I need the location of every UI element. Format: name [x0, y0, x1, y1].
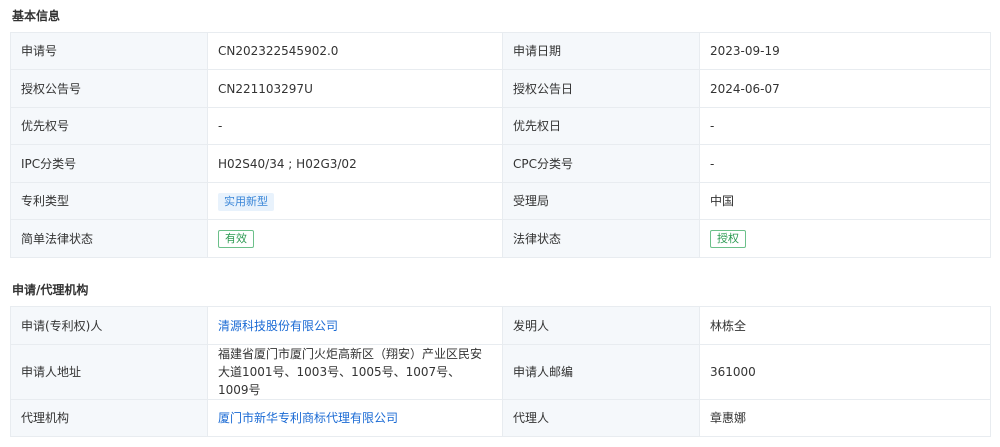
section-title-basic: 基本信息 — [12, 9, 61, 23]
value-grant-date: 2024-06-07 — [699, 69, 991, 108]
table-row: 代理机构 厦门市新华专利商标代理有限公司 代理人 章惠娜 — [10, 399, 991, 437]
label-priority-number: 优先权号 — [10, 107, 208, 145]
value-priority-number: - — [207, 107, 503, 145]
label-simple-legal-status: 简单法律状态 — [10, 219, 208, 258]
label-application-date: 申请日期 — [502, 32, 700, 70]
value-grant-number: CN221103297U — [207, 69, 503, 108]
value-agent: 章惠娜 — [699, 399, 991, 437]
label-application-number: 申请号 — [10, 32, 208, 70]
label-patent-type: 专利类型 — [10, 182, 208, 220]
table-row: 申请人地址 福建省厦门市厦门火炬高新区（翔安）产业区民安大道1001号、1003… — [10, 344, 991, 400]
label-grant-number: 授权公告号 — [10, 69, 208, 108]
table-row: 授权公告号 CN221103297U 授权公告日 2024-06-07 — [10, 69, 991, 108]
value-priority-date: - — [699, 107, 991, 145]
label-applicant-address: 申请人地址 — [10, 344, 208, 400]
section-title-agency: 申请/代理机构 — [12, 283, 89, 297]
agency-link[interactable]: 厦门市新华专利商标代理有限公司 — [207, 399, 503, 437]
label-ipc: IPC分类号 — [10, 144, 208, 183]
label-grant-date: 授权公告日 — [502, 69, 700, 108]
table-row: 简单法律状态 有效 法律状态 授权 — [10, 219, 991, 258]
label-priority-date: 优先权日 — [502, 107, 700, 145]
label-applicant: 申请(专利权)人 — [10, 306, 208, 345]
value-application-number: CN202322545902.0 — [207, 32, 503, 70]
table-row: 专利类型 实用新型 受理局 中国 — [10, 182, 991, 220]
label-cpc: CPC分类号 — [502, 144, 700, 183]
value-patent-type: 实用新型 — [207, 182, 503, 220]
label-legal-status: 法律状态 — [502, 219, 700, 258]
applicant-link[interactable]: 清源科技股份有限公司 — [207, 306, 503, 345]
label-office: 受理局 — [502, 182, 700, 220]
value-postcode: 361000 — [699, 344, 991, 400]
value-office: 中国 — [699, 182, 991, 220]
legal-status-badge: 授权 — [710, 230, 746, 248]
table-row: 申请(专利权)人 清源科技股份有限公司 发明人 林栋全 — [10, 306, 991, 345]
value-legal-status: 授权 — [699, 219, 991, 258]
table-row: 申请号 CN202322545902.0 申请日期 2023-09-19 — [10, 32, 991, 70]
patent-type-badge: 实用新型 — [218, 192, 274, 211]
label-agent: 代理人 — [502, 399, 700, 437]
agency-section: 申请/代理机构 申请(专利权)人 清源科技股份有限公司 发明人 林栋全 申请人地… — [0, 274, 1000, 437]
basic-info-section: 基本信息 申请号 CN202322545902.0 申请日期 2023-09-1… — [0, 0, 1000, 258]
value-cpc: - — [699, 144, 991, 183]
table-row: IPC分类号 H02S40/34 ; H02G3/02 CPC分类号 - — [10, 144, 991, 183]
agency-table: 申请(专利权)人 清源科技股份有限公司 发明人 林栋全 申请人地址 福建省厦门市… — [10, 306, 991, 437]
value-application-date: 2023-09-19 — [699, 32, 991, 70]
status-badge: 有效 — [218, 230, 254, 248]
label-inventor: 发明人 — [502, 306, 700, 345]
table-row: 优先权号 - 优先权日 - — [10, 107, 991, 145]
value-ipc: H02S40/34 ; H02G3/02 — [207, 144, 503, 183]
label-postcode: 申请人邮编 — [502, 344, 700, 400]
value-applicant-address: 福建省厦门市厦门火炬高新区（翔安）产业区民安大道1001号、1003号、1005… — [207, 344, 503, 400]
label-agency: 代理机构 — [10, 399, 208, 437]
value-simple-legal-status: 有效 — [207, 219, 503, 258]
basic-info-table: 申请号 CN202322545902.0 申请日期 2023-09-19 授权公… — [10, 32, 991, 258]
value-inventor: 林栋全 — [699, 306, 991, 345]
